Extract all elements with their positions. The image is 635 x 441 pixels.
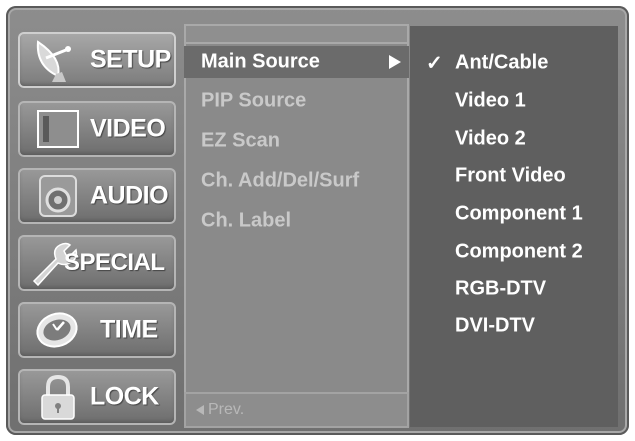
- option-label: Video 2: [455, 127, 526, 150]
- prev-label: Prev.: [208, 401, 245, 418]
- submenu-item-ch-label[interactable]: Ch. Label: [184, 206, 409, 236]
- option-label: Component 2: [455, 240, 583, 263]
- screen-icon: [37, 110, 79, 148]
- submenu-item-ez-scan[interactable]: EZ Scan: [184, 126, 409, 156]
- menu-video-label: VIDEO: [90, 114, 166, 143]
- submenu-header-strip: [184, 24, 409, 44]
- satellite-dish-icon: [36, 40, 71, 82]
- option-label: RGB-DTV: [455, 277, 547, 300]
- option-component-1[interactable]: Component 1: [410, 197, 618, 231]
- submenu-item-main-source[interactable]: Main Source: [184, 46, 409, 78]
- menu-lock-button[interactable]: LOCK: [18, 369, 176, 425]
- submenu-item-label: PIP Source: [201, 89, 307, 112]
- option-label: Ant/Cable: [455, 51, 549, 74]
- option-rgb-dtv[interactable]: RGB-DTV: [410, 272, 618, 306]
- speaker-icon: [39, 175, 77, 217]
- option-label: Video 1: [455, 89, 526, 112]
- submenu-item-ch-add-del-surf[interactable]: Ch. Add/Del/Surf: [184, 166, 409, 196]
- option-video-2[interactable]: Video 2: [410, 122, 618, 156]
- arrow-right-icon: [389, 55, 401, 69]
- main-source-options-panel: ✓ Ant/Cable Video 1 Video 2 Front Video …: [410, 26, 618, 427]
- submenu-item-label: EZ Scan: [201, 129, 280, 152]
- option-component-2[interactable]: Component 2: [410, 235, 618, 269]
- arrow-left-icon: [196, 405, 204, 415]
- option-video-1[interactable]: Video 1: [410, 84, 618, 118]
- menu-time-button[interactable]: TIME: [18, 302, 176, 358]
- padlock-icon: [41, 374, 75, 420]
- checkmark-icon: ✓: [426, 52, 443, 75]
- menu-time-label: TIME: [100, 315, 158, 344]
- prev-button[interactable]: Prev.: [184, 392, 409, 428]
- submenu-item-label: Ch. Label: [201, 209, 292, 232]
- menu-special-button[interactable]: SPECIAL: [18, 235, 176, 291]
- option-dvi-dtv[interactable]: DVI-DTV: [410, 309, 618, 343]
- menu-audio-button[interactable]: AUDIO: [18, 168, 176, 224]
- option-ant-cable[interactable]: ✓ Ant/Cable: [410, 46, 618, 80]
- menu-lock-label: LOCK: [90, 382, 159, 411]
- menu-special-label: SPECIAL: [64, 249, 165, 276]
- setup-submenu-panel: Main Source PIP Source EZ Scan Ch. Add/D…: [184, 24, 409, 428]
- menu-setup-label: SETUP: [90, 45, 171, 74]
- option-label: DVI-DTV: [455, 314, 535, 337]
- menu-setup-button[interactable]: SETUP: [18, 32, 176, 88]
- option-front-video[interactable]: Front Video: [410, 159, 618, 193]
- menu-video-button[interactable]: VIDEO: [18, 101, 176, 157]
- submenu-item-label: Ch. Add/Del/Surf: [201, 169, 360, 192]
- menu-audio-label: AUDIO: [90, 181, 169, 210]
- option-label: Component 1: [455, 202, 583, 225]
- clock-icon: [36, 312, 78, 348]
- submenu-item-pip-source[interactable]: PIP Source: [184, 86, 409, 116]
- option-label: Front Video: [455, 164, 566, 187]
- submenu-item-label: Main Source: [201, 50, 320, 73]
